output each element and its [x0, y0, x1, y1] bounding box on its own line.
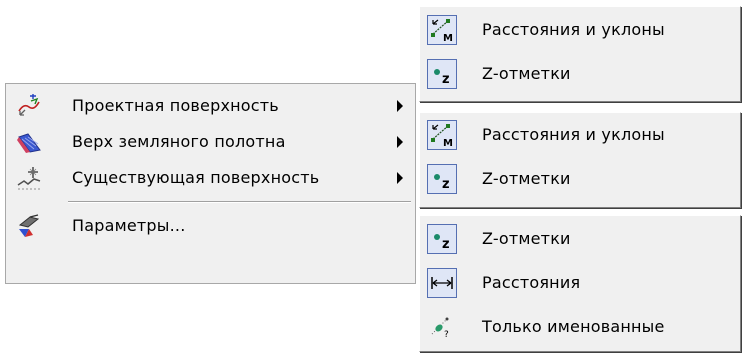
submenu-item-named-only[interactable]: ? Только именованные — [420, 306, 740, 350]
submenu-item-z-marks[interactable]: z Z-отметки — [420, 218, 740, 262]
named-only-icon: ? — [427, 312, 457, 342]
submenu-arrow-icon — [397, 172, 403, 184]
submenu-item-z-marks[interactable]: z Z-отметки — [420, 158, 740, 202]
submenu-item-label: Расстояния и уклоны — [482, 125, 665, 144]
svg-text:M: M — [443, 33, 453, 44]
submenu-item-distances-slopes[interactable]: M Расстояния и уклоны — [420, 9, 740, 53]
submenu-design-surface: M Расстояния и уклоны z Z-отметки — [419, 6, 741, 102]
submenu-existing-surface: z Z-отметки Расстояния ? Только именован… — [419, 215, 741, 352]
z-marks-icon: z — [427, 164, 457, 194]
submenu-arrow-icon — [397, 136, 403, 148]
submenu-item-label: Только именованные — [482, 317, 665, 336]
menu-item-parameters[interactable]: Параметры... — [6, 208, 415, 244]
submenu-item-label: Z-отметки — [482, 229, 571, 248]
svg-text:M: M — [443, 138, 453, 149]
svg-text:z: z — [442, 177, 450, 192]
menu-item-label: Параметры... — [72, 216, 186, 235]
submenu-item-label: Z-отметки — [482, 169, 571, 188]
menu-item-existing-surface[interactable]: Существующая поверхность — [6, 160, 415, 196]
svg-text:?: ? — [444, 330, 449, 340]
context-menu: Проектная поверхность Верх земляного пол… — [5, 83, 416, 284]
submenu-item-label: Расстояния — [482, 273, 581, 292]
svg-text:z: z — [442, 72, 450, 87]
menu-item-design-surface[interactable]: Проектная поверхность — [6, 88, 415, 124]
submenu-item-distances-slopes[interactable]: M Расстояния и уклоны — [420, 114, 740, 158]
submenu-item-z-marks[interactable]: z Z-отметки — [420, 53, 740, 97]
submenu-item-distances[interactable]: Расстояния — [420, 262, 740, 306]
z-marks-icon: z — [427, 59, 457, 89]
submenu-item-label: Z-отметки — [482, 64, 571, 83]
menu-item-label: Существующая поверхность — [72, 168, 320, 187]
submenu-subgrade-top: M Расстояния и уклоны z Z-отметки — [419, 112, 741, 208]
distances-slopes-icon: M — [427, 120, 457, 150]
submenu-arrow-icon — [397, 100, 403, 112]
svg-text:z: z — [442, 237, 450, 252]
parameters-icon — [16, 213, 42, 239]
menu-item-subgrade-top[interactable]: Верх земляного полотна — [6, 124, 415, 160]
menu-item-label: Проектная поверхность — [72, 96, 279, 115]
design-surface-icon — [16, 93, 42, 119]
submenu-item-label: Расстояния и уклоны — [482, 20, 665, 39]
distances-icon — [427, 268, 457, 298]
existing-surface-icon — [16, 165, 42, 191]
menu-separator — [68, 201, 411, 203]
subgrade-top-icon — [16, 129, 42, 155]
menu-item-label: Верх земляного полотна — [72, 132, 286, 151]
z-marks-icon: z — [427, 224, 457, 254]
distances-slopes-icon: M — [427, 15, 457, 45]
